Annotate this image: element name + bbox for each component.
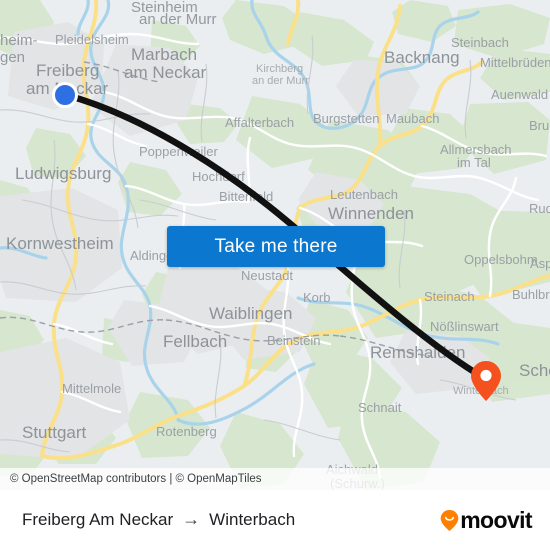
route-origin-label: Freiberg Am Neckar xyxy=(22,510,174,529)
map-canvas[interactable]: Steinheim an der Murr Pleidelsheim Marbach a… xyxy=(0,0,550,490)
route-destination-label: Winterbach xyxy=(209,510,296,529)
moovit-route-screenshot: Steinheim an der Murr Pleidelsheim Marbach a… xyxy=(0,0,550,550)
take-me-there-button[interactable]: Take me there xyxy=(167,226,385,267)
destination-pin-icon[interactable] xyxy=(470,360,502,402)
start-location-marker[interactable] xyxy=(52,82,78,108)
arrow-right-icon: → xyxy=(182,509,201,529)
footer-bar: Freiberg Am Neckar → Winterbach moovit xyxy=(0,490,550,550)
map-attribution-text: © OpenStreetMap contributors | © OpenMap… xyxy=(10,473,262,485)
moovit-pin-icon xyxy=(440,509,459,532)
moovit-logo[interactable]: moovit xyxy=(440,506,533,534)
moovit-wordmark: moovit xyxy=(460,506,532,533)
route-summary: Freiberg Am Neckar → Winterbach xyxy=(22,510,295,530)
map-attribution-bar: © OpenStreetMap contributors | © OpenMap… xyxy=(0,468,550,490)
